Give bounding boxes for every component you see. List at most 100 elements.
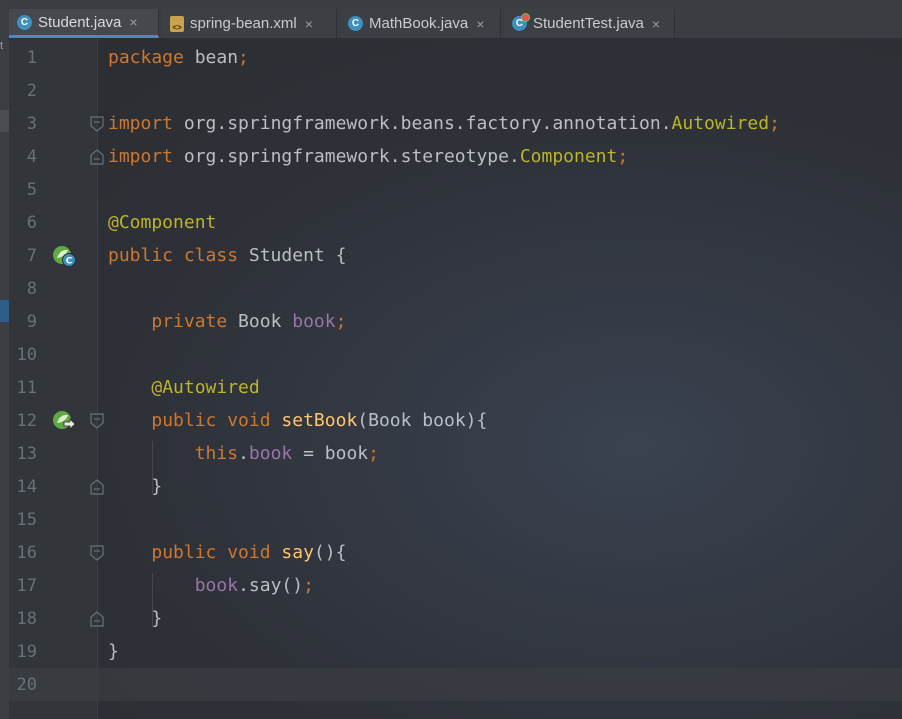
java-test-class-icon: C <box>512 13 530 31</box>
line-number: 20 <box>16 674 37 695</box>
tab-label: Student.java <box>38 13 122 31</box>
spring-bean-class-icon[interactable]: C <box>52 245 76 267</box>
code-token: ; <box>769 113 780 134</box>
line-number: 1 <box>26 47 37 68</box>
code-token: this <box>194 443 239 464</box>
code-token: } <box>108 608 163 629</box>
editor-tab-bar: C Student.java × <> spring-bean.xml × C MathBoo… <box>9 0 902 39</box>
code-token: Student { <box>238 245 347 266</box>
code-line[interactable]: 4 import org.springframework.stereotype.C… <box>9 140 902 173</box>
close-tab-icon[interactable]: × <box>305 16 313 32</box>
code-token: org.springframework.beans.factory.annota… <box>173 113 672 134</box>
fold-end-icon[interactable] <box>90 611 104 627</box>
code-token: Component <box>519 146 618 167</box>
code-text: @Component <box>108 212 216 233</box>
code-token: Autowired <box>671 113 770 134</box>
tab-mathbook-java[interactable]: C MathBook.java × <box>340 9 501 38</box>
code-line[interactable]: 2 <box>9 74 902 107</box>
code-line[interactable]: 13 this.book = book; <box>9 437 902 470</box>
code-text: public void say(){ <box>108 542 346 563</box>
strip-glyph: t <box>0 40 4 52</box>
code-token: import <box>108 113 174 134</box>
line-number: 10 <box>16 344 37 365</box>
code-token: book <box>292 311 336 332</box>
code-token: } <box>108 641 119 662</box>
code-token: import <box>108 146 174 167</box>
code-line[interactable]: 7 Cpublic class Student { <box>9 239 902 272</box>
code-text: this.book = book; <box>108 443 379 464</box>
code-token: public void <box>151 542 271 563</box>
code-token: bean <box>183 47 239 68</box>
line-number: 16 <box>16 542 37 563</box>
code-line[interactable]: 3 import org.springframework.beans.factor… <box>9 107 902 140</box>
close-tab-icon[interactable]: × <box>652 16 660 32</box>
code-line[interactable]: 15 <box>9 503 902 536</box>
line-number: 3 <box>26 113 37 134</box>
code-line[interactable]: 18 } <box>9 602 902 635</box>
fold-end-icon[interactable] <box>90 479 104 495</box>
code-token: public class <box>108 245 239 266</box>
close-tab-icon[interactable]: × <box>476 16 484 32</box>
tab-student-java[interactable]: C Student.java × <box>9 9 159 38</box>
strip-selection-marker <box>0 300 9 322</box>
code-line[interactable]: 5 <box>9 173 902 206</box>
code-line[interactable]: 17 book.say(); <box>9 569 902 602</box>
fold-collapse-icon[interactable] <box>90 116 104 132</box>
code-text: private Book book; <box>108 311 346 332</box>
line-number: 18 <box>16 608 37 629</box>
code-text: book.say(); <box>108 575 314 596</box>
code-token: book <box>248 443 293 464</box>
indent-guide <box>152 441 153 494</box>
tab-label: MathBook.java <box>369 15 469 32</box>
code-text: public class Student { <box>108 245 346 266</box>
code-text: } <box>108 608 162 629</box>
code-text: } <box>108 641 119 662</box>
fold-collapse-icon[interactable] <box>90 413 104 429</box>
code-token: = book <box>292 443 369 464</box>
code-token: ; <box>238 47 249 68</box>
code-line[interactable]: 8 <box>9 272 902 305</box>
code-editor[interactable]: 1 package bean; 2 3 import org.springframewo… <box>9 39 902 719</box>
code-line[interactable]: 11 @Autowired <box>9 371 902 404</box>
java-class-icon: C <box>348 16 363 31</box>
code-token: . <box>238 443 249 464</box>
code-line[interactable]: 12 public void setBook(Book book){ <box>9 404 902 437</box>
code-token: say <box>281 542 314 563</box>
code-line[interactable]: 16 public void say(){ <box>9 536 902 569</box>
line-number: 12 <box>16 410 37 431</box>
code-line[interactable]: 9 private Book book; <box>9 305 902 338</box>
code-token: .say() <box>238 575 304 596</box>
line-number: 5 <box>26 179 37 200</box>
code-line[interactable]: 10 <box>9 338 902 371</box>
code-token: } <box>108 476 163 497</box>
tab-spring-bean-xml[interactable]: <> spring-bean.xml × <box>162 9 337 38</box>
line-number: 17 <box>16 575 37 596</box>
line-number: 9 <box>26 311 37 332</box>
code-line[interactable]: 6 @Component <box>9 206 902 239</box>
tab-studenttest-java[interactable]: C StudentTest.java × <box>504 9 675 38</box>
line-number: 15 <box>16 509 37 530</box>
code-line[interactable]: 19} <box>9 635 902 668</box>
code-token: package <box>108 47 184 68</box>
code-line[interactable]: 1 package bean; <box>9 41 902 74</box>
code-text: import org.springframework.stereotype.Co… <box>108 146 628 167</box>
code-line[interactable]: 20 <box>9 668 902 701</box>
code-text: import org.springframework.beans.factory… <box>108 113 780 134</box>
fold-collapse-icon[interactable] <box>90 545 104 561</box>
java-class-icon: C <box>17 14 32 30</box>
strip-marker <box>0 110 9 132</box>
code-text: package bean; <box>108 47 249 68</box>
xml-file-icon: <> <box>170 15 184 32</box>
line-number: 8 <box>26 278 37 299</box>
code-token: (){ <box>313 542 347 563</box>
fold-end-icon[interactable] <box>90 149 104 165</box>
spring-autowired-navigate-icon[interactable] <box>52 410 76 432</box>
code-line[interactable]: 14 } <box>9 470 902 503</box>
close-tab-icon[interactable]: × <box>129 14 137 30</box>
